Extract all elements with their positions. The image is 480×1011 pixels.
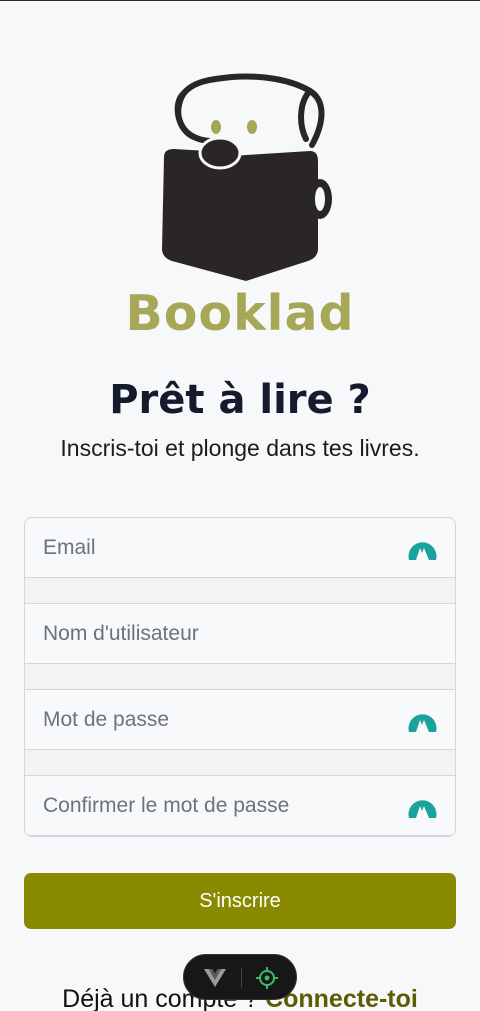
vue-devtools-icon[interactable] [204, 968, 226, 988]
username-field-wrapper [25, 603, 455, 664]
dog-nose [198, 136, 242, 170]
email-field-wrapper [25, 518, 455, 578]
confirm-password-field-wrapper [25, 775, 455, 836]
booklad-logo [162, 73, 332, 281]
password-field-wrapper [25, 689, 455, 750]
page-subtitle: Inscris-toi et plonge dans tes livres. [60, 435, 420, 461]
dog-ear-right [298, 88, 313, 142]
username-field[interactable] [25, 604, 455, 663]
page-title: Prêt à lire ? [109, 377, 371, 423]
vue-devtools-toolbar [183, 954, 297, 1000]
signup-button[interactable]: S'inscrire [24, 873, 456, 929]
toolbar-divider [241, 968, 242, 988]
book-shape [162, 149, 318, 281]
signup-form [24, 517, 456, 837]
brand-name: Booklad [125, 285, 355, 342]
nordpass-icon[interactable] [407, 706, 438, 734]
nordpass-icon[interactable] [407, 792, 438, 820]
dog-ear-left [174, 90, 197, 140]
password-field[interactable] [25, 690, 455, 749]
dog-eye-right [247, 120, 257, 134]
crosshair-icon[interactable] [255, 966, 279, 990]
email-field[interactable] [25, 518, 455, 577]
nordpass-icon[interactable] [407, 534, 438, 562]
confirm-password-field[interactable] [25, 776, 455, 835]
dog-eye-left [211, 120, 221, 134]
